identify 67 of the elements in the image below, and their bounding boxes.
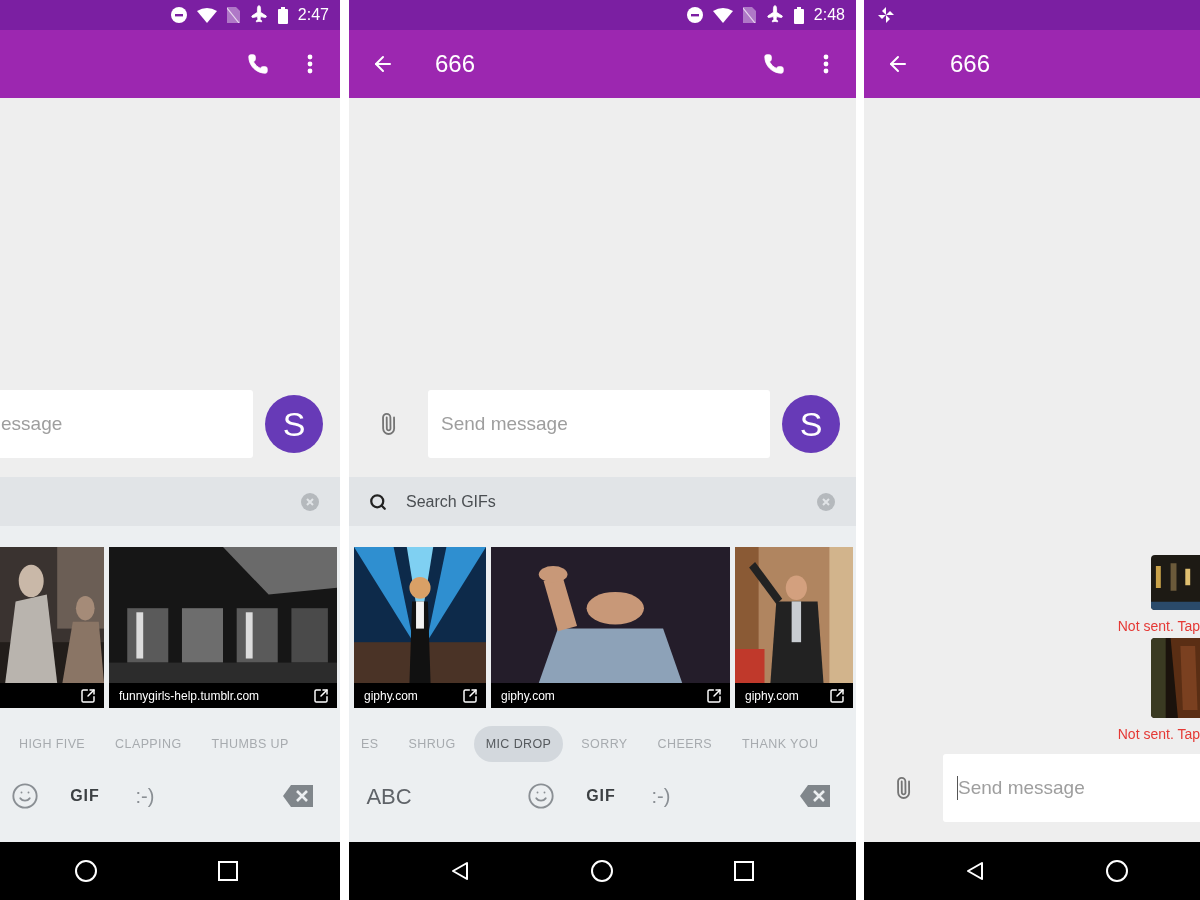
gif-source: giphy.com [364,687,418,705]
gif-result[interactable]: giphy.com [354,547,486,708]
gif-category-tab[interactable]: MIC DROP [473,726,564,762]
no-sim-icon [742,7,756,23]
send-error-status[interactable]: Not sent. Tap [1117,726,1200,743]
gif-category-tab[interactable]: SHRUG [396,726,468,762]
home-icon [590,859,614,883]
gif-category-tab[interactable]: THUMBS UP [199,726,301,762]
backspace-icon [800,785,830,807]
message-field[interactable]: Send message [428,390,770,458]
gif-category-tab[interactable]: CHEERS [645,726,725,762]
gif-search-bar[interactable]: Search GIFs [349,477,856,526]
do-not-disturb-icon [686,7,703,23]
pinwheel-icon [878,7,894,23]
gif-source: giphy.com [501,687,555,705]
wifi-icon [196,7,217,23]
external-link-icon[interactable] [462,687,478,704]
more-vert-icon [823,54,829,74]
no-sim-icon [226,7,240,23]
conversation-title: 666 [435,49,476,79]
external-link-icon[interactable] [80,687,96,704]
search-placeholder: Search GIFs [406,491,496,512]
gif-category-tab[interactable]: THANK YOU [730,726,831,762]
gif-key[interactable]: GIF [60,771,110,821]
back-icon [964,860,986,882]
gif-source: giphy.com [745,687,799,705]
gif-result[interactable]: funnygirls-help.tumblr.com [109,547,337,708]
text-cursor [957,776,958,800]
message-field[interactable]: essage [0,390,253,458]
gif-result[interactable]: giphy.com [491,547,730,708]
home-icon [74,859,98,883]
gif-result[interactable]: giphy.com [735,547,853,708]
battery-icon [277,6,288,24]
emoticon-key[interactable]: :-) [636,771,686,821]
external-link-icon[interactable] [313,687,329,704]
contact-avatar: S [265,395,323,453]
backspace-icon [283,785,313,807]
gif-category-tab[interactable]: SORRY [569,726,640,762]
send-error-status[interactable]: Not sent. Tap [1117,618,1200,635]
external-link-icon[interactable] [706,687,722,704]
gif-result[interactable] [0,547,104,708]
phone-icon [247,53,269,75]
contact-avatar: S [782,395,840,453]
smile-icon [11,782,39,810]
conversation-title: 666 [950,49,991,79]
wifi-icon [712,7,733,23]
back-icon [449,860,471,882]
do-not-disturb-icon [170,7,187,23]
phone-icon [763,53,785,75]
smile-icon [527,782,555,810]
gif-category-tab[interactable]: HIGH FIVE [7,726,98,762]
abc-key[interactable]: ABC [364,771,414,821]
message-field[interactable]: Send message [943,754,1200,822]
gif-source: funnygirls-help.tumblr.com [119,687,260,705]
clock-time: 2:48 [813,5,845,25]
gif-key[interactable]: GIF [576,771,626,821]
battery-icon [793,6,804,24]
more-vert-icon [307,54,313,74]
gif-category-tab[interactable]: ES [349,726,391,762]
search-icon [369,492,387,511]
clock-time: 2:47 [297,5,329,25]
external-link-icon[interactable] [829,687,845,704]
emoticon-key[interactable]: :-) [120,771,170,821]
gif-category-tab[interactable]: CLAPPING [103,726,194,762]
recents-icon [734,861,754,881]
home-icon [1105,859,1129,883]
recents-icon [218,861,238,881]
